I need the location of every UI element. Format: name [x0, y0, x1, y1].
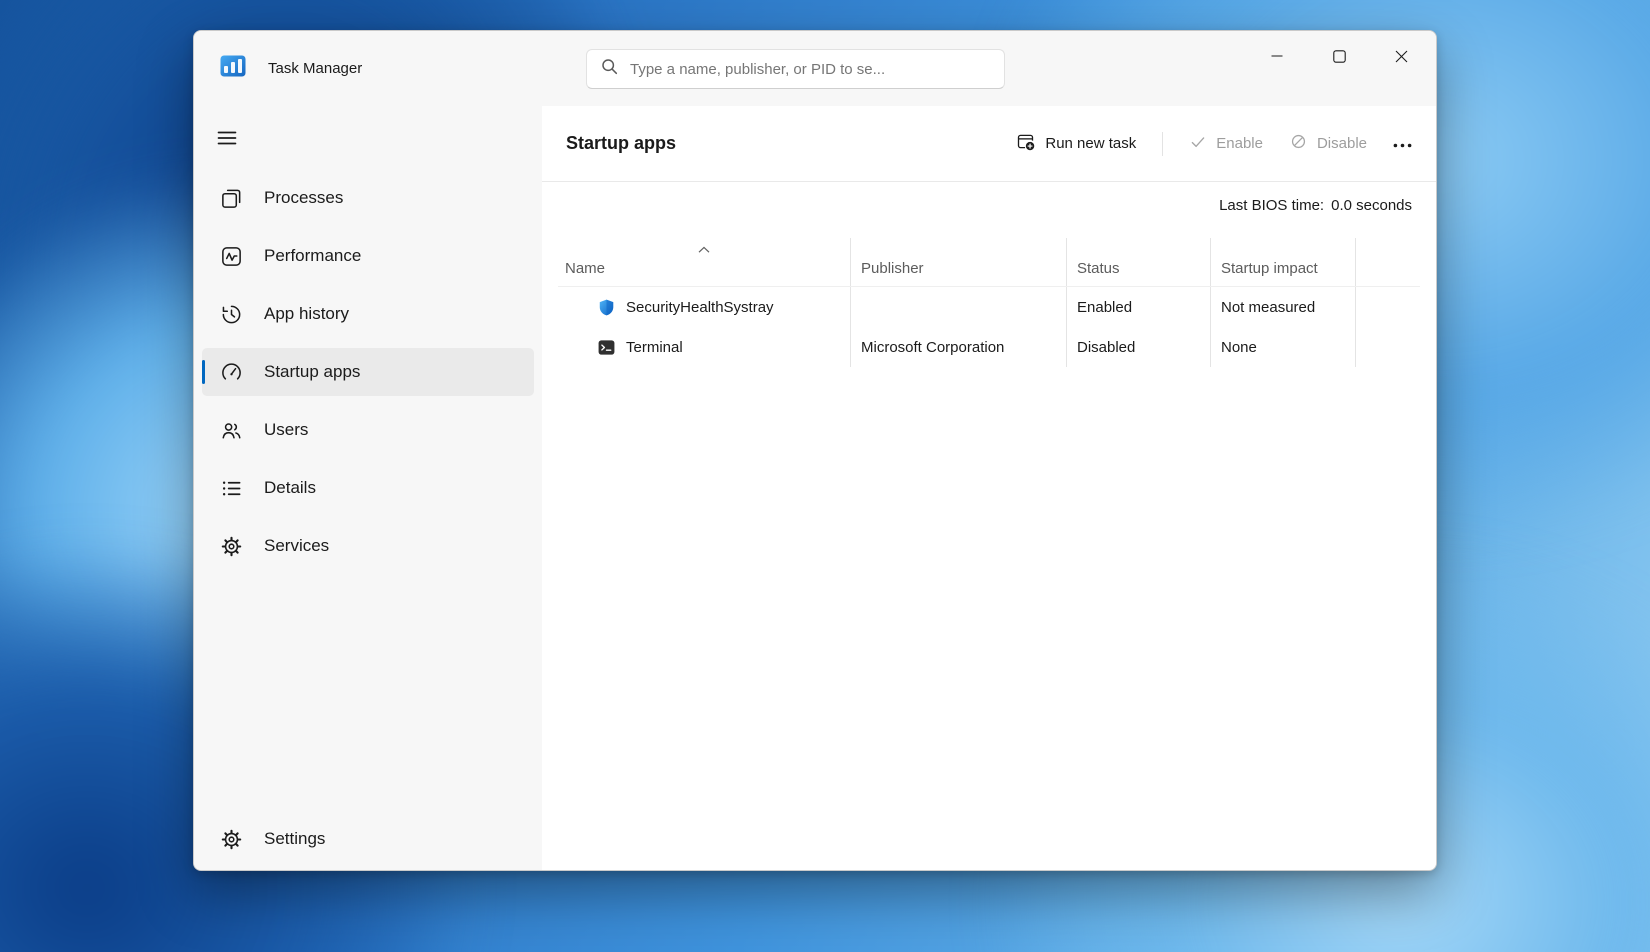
search-icon	[601, 58, 618, 80]
maximize-button[interactable]	[1308, 35, 1370, 77]
more-options-button[interactable]	[1393, 135, 1412, 152]
menu-icon	[215, 126, 239, 153]
task-manager-window: Task Manager	[193, 30, 1437, 871]
minimize-button[interactable]	[1246, 35, 1308, 77]
sidebar-item-settings[interactable]: Settings	[202, 815, 534, 863]
page-title: Startup apps	[566, 133, 676, 154]
run-new-task-button[interactable]: Run new task	[1015, 131, 1136, 156]
startup-apps-icon	[220, 361, 243, 384]
row-status: Disabled	[1067, 327, 1211, 367]
more-icon	[1393, 135, 1412, 152]
check-icon	[1189, 133, 1207, 155]
sidebar-item-label: Startup apps	[264, 362, 360, 382]
sidebar-item-label: App history	[264, 304, 349, 324]
table-row[interactable]: Terminal Microsoft Corporation Disabled …	[558, 327, 1420, 367]
table-header-row: Name Publisher Status Startup impact	[558, 238, 1420, 287]
app-history-icon	[220, 303, 243, 326]
toolbar-separator	[1162, 132, 1163, 156]
window-title: Task Manager	[268, 60, 362, 77]
column-header-name[interactable]: Name	[558, 238, 851, 286]
search-input[interactable]	[630, 61, 990, 78]
settings-icon	[220, 828, 243, 851]
disable-button[interactable]: Disable	[1289, 132, 1367, 155]
startup-apps-table: Name Publisher Status Startup impact	[558, 238, 1420, 367]
sidebar-item-label: Services	[264, 536, 329, 556]
sidebar-item-details[interactable]: Details	[202, 464, 534, 512]
window-controls	[1246, 35, 1432, 77]
row-publisher	[851, 287, 1067, 327]
sidebar-item-users[interactable]: Users	[202, 406, 534, 454]
sidebar-item-performance[interactable]: Performance	[202, 232, 534, 280]
row-startup-impact: None	[1211, 327, 1356, 367]
enable-button[interactable]: Enable	[1189, 133, 1263, 155]
sidebar-item-label: Details	[264, 478, 316, 498]
column-header-publisher[interactable]: Publisher	[851, 238, 1067, 286]
bios-value: 0.0 seconds	[1331, 197, 1412, 214]
column-header-startup-impact[interactable]: Startup impact	[1211, 238, 1356, 286]
main-content: Startup apps	[542, 106, 1436, 870]
column-header-spacer	[1356, 238, 1420, 286]
processes-icon	[220, 187, 243, 210]
sidebar-item-label: Processes	[264, 188, 343, 208]
sidebar-item-label: Settings	[264, 829, 325, 849]
row-name: SecurityHealthSystray	[626, 299, 774, 316]
column-header-status[interactable]: Status	[1067, 238, 1211, 286]
content-header: Startup apps	[542, 106, 1436, 182]
performance-icon	[220, 245, 243, 268]
task-manager-app-icon	[220, 55, 246, 82]
sort-ascending-icon	[698, 241, 711, 258]
services-icon	[220, 535, 243, 558]
search-box	[586, 49, 1005, 89]
close-button[interactable]	[1370, 35, 1432, 77]
users-icon	[220, 419, 243, 442]
toolbar: Run new task Enable	[1015, 131, 1412, 156]
row-name: Terminal	[626, 339, 683, 356]
selected-indicator	[202, 360, 205, 384]
row-status: Enabled	[1067, 287, 1211, 327]
row-publisher: Microsoft Corporation	[851, 327, 1067, 367]
navigation-menu-button[interactable]	[206, 120, 250, 158]
titlebar: Task Manager	[194, 31, 1436, 106]
sidebar-item-label: Performance	[264, 246, 361, 266]
shield-icon	[597, 298, 616, 317]
sidebar-item-services[interactable]: Services	[202, 522, 534, 570]
table-row[interactable]: SecurityHealthSystray Enabled Not measur…	[558, 287, 1420, 327]
row-startup-impact: Not measured	[1211, 287, 1356, 327]
terminal-icon	[597, 338, 616, 357]
last-bios-time: Last BIOS time: 0.0 seconds	[542, 197, 1436, 214]
new-task-icon	[1015, 131, 1036, 156]
sidebar-item-app-history[interactable]: App history	[202, 290, 534, 338]
details-icon	[220, 477, 243, 500]
sidebar: Processes Performance	[194, 106, 542, 870]
sidebar-item-processes[interactable]: Processes	[202, 174, 534, 222]
sidebar-item-startup-apps[interactable]: Startup apps	[202, 348, 534, 396]
sidebar-item-label: Users	[264, 420, 308, 440]
block-icon	[1289, 132, 1308, 155]
bios-label: Last BIOS time:	[1219, 197, 1324, 214]
